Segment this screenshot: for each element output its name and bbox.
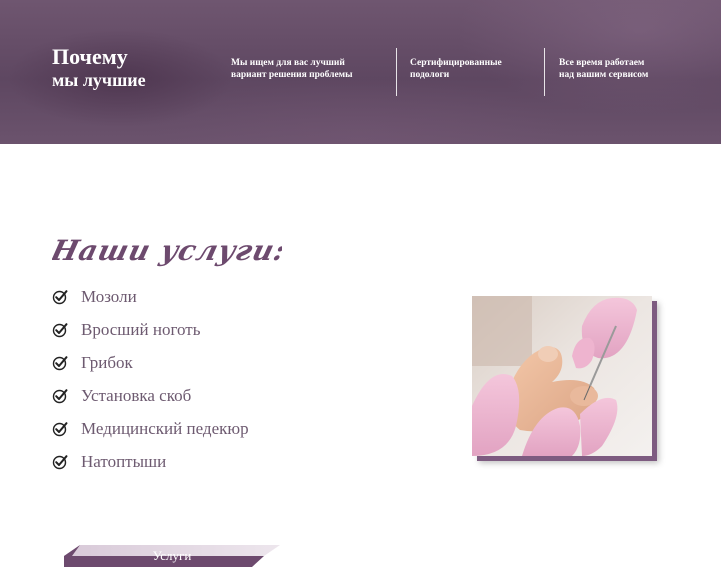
services-heading-text: Наши услуги: — [52, 233, 282, 266]
hero-title: Почему мы лучшие — [52, 44, 146, 90]
check-icon — [52, 389, 68, 404]
list-item: Мозоли — [52, 287, 249, 320]
service-label: Натоптыши — [81, 452, 167, 471]
feature-divider — [396, 48, 397, 96]
feature-text-line1: Сертифицированные — [410, 58, 502, 68]
check-icon — [52, 455, 68, 470]
services-button-label: Услуги — [152, 548, 192, 563]
list-item: Грибок — [52, 353, 249, 386]
service-label: Грибок — [81, 353, 133, 372]
feature-service: Все время работаем над вашим сервисом — [559, 57, 694, 81]
service-label: Вросший ноготь — [81, 320, 201, 339]
check-icon — [52, 323, 68, 338]
feature-divider — [544, 48, 545, 96]
services-heading: Наши услуги: — [52, 233, 282, 266]
feature-text-line2: вариант решения проблемы — [231, 70, 353, 80]
services-button[interactable]: Услуги — [64, 545, 280, 567]
check-icon — [52, 290, 68, 305]
list-item: Вросший ноготь — [52, 320, 249, 353]
service-photo — [472, 296, 652, 456]
list-item: Установка скоб — [52, 386, 249, 419]
list-item: Натоптыши — [52, 452, 249, 485]
feature-text-line1: Мы ищем для вас лучший — [231, 58, 345, 68]
service-label: Установка скоб — [81, 386, 192, 405]
feature-certified: Сертифицированные подологи — [410, 57, 545, 81]
check-icon — [52, 422, 68, 437]
service-label: Медицинский педекюр — [81, 419, 249, 438]
hero-title-line1: Почему — [52, 44, 128, 69]
feature-text-line2: подологи — [410, 70, 450, 80]
hero-banner: Почему мы лучшие Мы ищем для вас лучший … — [0, 0, 721, 144]
check-icon — [52, 356, 68, 371]
list-item: Медицинский педекюр — [52, 419, 249, 452]
services-list: Мозоли Вросший ноготь Грибок Установка с… — [52, 287, 249, 485]
feature-best-solution: Мы ищем для вас лучший вариант решения п… — [231, 57, 366, 81]
feature-text-line1: Все время работаем — [559, 58, 645, 68]
hero-title-line2: мы лучшие — [52, 70, 146, 90]
podology-photo-image — [472, 296, 652, 456]
service-label: Мозоли — [81, 287, 137, 306]
feature-text-line2: над вашим сервисом — [559, 70, 649, 80]
